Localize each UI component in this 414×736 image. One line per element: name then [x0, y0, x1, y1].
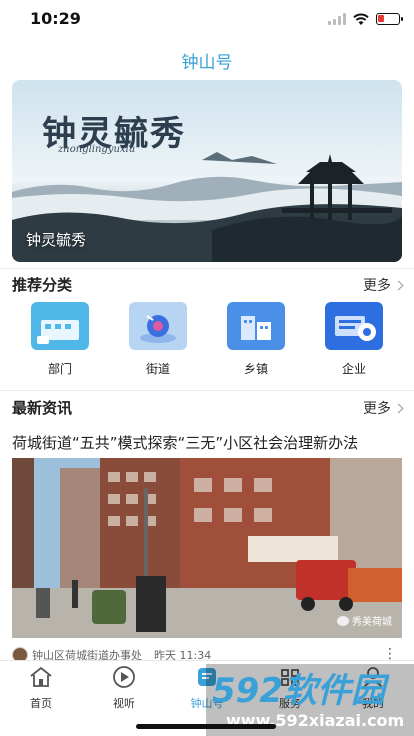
logo-brand: 592软件园 — [212, 671, 390, 711]
more-label: 更多 — [363, 278, 391, 294]
category-grid: 部门 街道 乡镇 企业 — [0, 302, 414, 382]
enterprise-icon — [325, 302, 383, 350]
township-icon — [227, 302, 285, 350]
banner-caption: 钟灵毓秀 — [26, 231, 87, 249]
category-label: 乡镇 — [243, 362, 268, 376]
status-bar: 10:29 — [0, 0, 414, 40]
department-icon — [31, 302, 89, 350]
home-indicator — [136, 724, 276, 729]
tab-media[interactable]: 视听 — [89, 665, 159, 711]
status-icons — [328, 12, 403, 26]
status-time: 10:29 — [30, 9, 81, 28]
category-township[interactable]: 乡镇 — [221, 302, 291, 377]
category-enterprise[interactable]: 企业 — [319, 302, 389, 377]
recommended-section-header: 推荐分类 更多 — [12, 274, 404, 298]
category-label: 企业 — [341, 362, 366, 376]
battery-level — [378, 15, 384, 22]
news-section-header: 最新资讯 更多 — [12, 397, 404, 421]
divider — [0, 390, 414, 391]
more-label: 更多 — [363, 401, 391, 417]
home-icon — [30, 666, 52, 687]
recommended-more-button[interactable]: 更多 — [363, 275, 404, 295]
battery-icon — [376, 13, 403, 25]
watermark-text: 秀美荷城 — [352, 617, 392, 628]
image-watermark: 秀美荷城 — [337, 613, 392, 628]
news-photo — [12, 458, 402, 638]
chevron-right-icon — [393, 403, 404, 413]
news-title: 最新资讯 — [12, 399, 73, 417]
category-label: 街道 — [145, 362, 170, 376]
category-label: 部门 — [47, 362, 72, 376]
banner-carousel[interactable]: 钟灵毓秀 zhonglingyuxiu 钟灵毓秀 — [12, 80, 402, 262]
chevron-right-icon — [393, 280, 404, 290]
signal-icon — [328, 13, 346, 25]
banner-pinyin: zhonglingyuxiu — [58, 144, 136, 155]
news-more-button[interactable]: 更多 — [363, 398, 404, 418]
news-headline[interactable]: 荷城街道“五共”模式探索“三无”小区社会治理新办法 — [12, 432, 404, 453]
category-department[interactable]: 部门 — [25, 302, 95, 377]
tab-label: 视听 — [113, 697, 135, 710]
tab-label: 首页 — [30, 697, 52, 710]
page-title: 钟山号 — [181, 53, 233, 73]
street-icon — [129, 302, 187, 350]
wechat-icon — [337, 615, 349, 626]
recommended-title: 推荐分类 — [12, 276, 73, 294]
news-image[interactable]: 秀美荷城 — [12, 458, 402, 638]
play-icon — [113, 666, 135, 688]
category-street[interactable]: 街道 — [123, 302, 193, 377]
wifi-icon — [353, 13, 369, 25]
tab-home[interactable]: 首页 — [6, 665, 76, 711]
divider — [0, 268, 414, 269]
